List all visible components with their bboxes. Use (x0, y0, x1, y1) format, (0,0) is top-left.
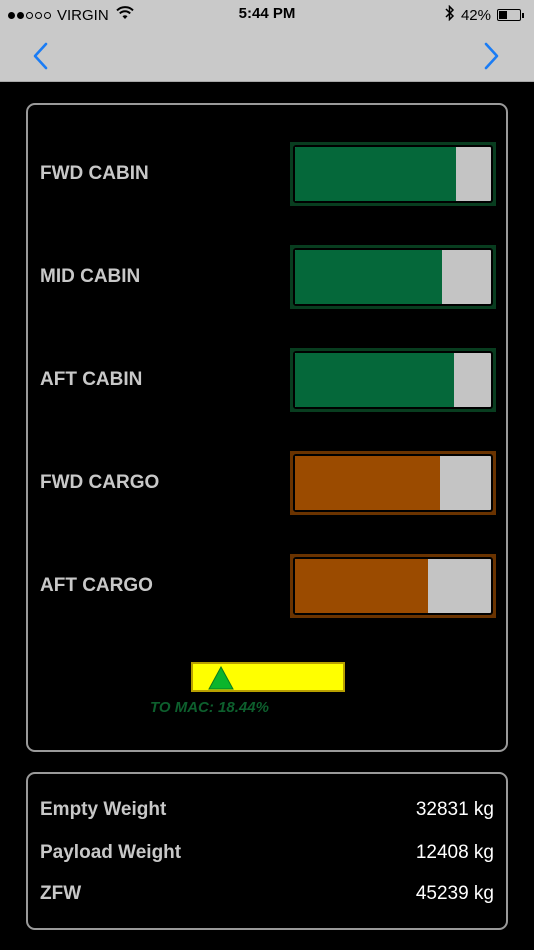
load-bar-fill (295, 456, 441, 510)
compartment-row[interactable]: FWD CABIN (28, 142, 506, 206)
load-bar-track (293, 557, 493, 615)
navigation-bar (0, 30, 534, 82)
load-bar-track (293, 351, 493, 409)
load-distribution-panel: TO MAC: 18.44% FWD CABIN MID CABIN AFT CAB… (26, 103, 508, 752)
bluetooth-icon (445, 4, 455, 25)
mac-readout: TO MAC: 18.44% (28, 699, 506, 716)
compartment-load-bar[interactable] (290, 554, 496, 618)
weight-label: ZFW (40, 883, 82, 904)
mac-gauge (191, 662, 345, 692)
back-button[interactable] (26, 40, 56, 72)
load-bar-track (293, 145, 493, 203)
battery-percent: 42% (460, 6, 491, 24)
compartment-label: AFT CABIN (40, 369, 143, 390)
battery-icon (497, 9, 524, 21)
mac-marker-icon (208, 666, 234, 690)
compartment-row[interactable]: AFT CABIN (28, 348, 506, 412)
compartment-load-bar[interactable] (290, 348, 496, 412)
compartment-row[interactable]: FWD CARGO (28, 451, 506, 515)
forward-button[interactable] (476, 40, 506, 72)
compartment-load-bar[interactable] (290, 245, 496, 309)
mac-readout-text: TO MAC: 18.44% (150, 699, 269, 716)
load-bar-track (293, 454, 493, 512)
weight-label: Payload Weight (40, 842, 182, 863)
compartment-label: MID CABIN (40, 266, 141, 287)
weight-value: 12408 kg (415, 842, 494, 863)
compartment-load-bar[interactable] (290, 451, 496, 515)
compartment-row[interactable]: MID CABIN (28, 245, 506, 309)
compartment-label: AFT CARGO (40, 575, 153, 596)
load-bar-fill (295, 147, 456, 201)
load-bar-fill (295, 353, 454, 407)
weight-summary-panel: Empty Weight 32831 kg Payload Weight 12408 … (26, 772, 508, 930)
status-bar: VIRGIN 5:44 PM 42% (0, 0, 534, 30)
weight-label: Empty Weight (40, 799, 167, 820)
weight-value: 45239 kg (415, 883, 494, 904)
load-bar-track (293, 248, 493, 306)
load-bar-fill (295, 559, 429, 613)
weight-value: 32831 kg (415, 799, 494, 820)
load-bar-fill (295, 250, 442, 304)
compartment-label: FWD CARGO (40, 472, 160, 493)
weight-row: Empty Weight 32831 kg (40, 795, 494, 825)
compartment-load-bar[interactable] (290, 142, 496, 206)
compartment-row[interactable]: AFT CARGO (28, 554, 506, 618)
weight-row: ZFW 45239 kg (40, 879, 494, 909)
weight-row: Payload Weight 12408 kg (40, 838, 494, 868)
chevron-right-icon (484, 42, 499, 70)
chevron-left-icon (33, 42, 48, 70)
compartment-label: FWD CABIN (40, 163, 149, 184)
